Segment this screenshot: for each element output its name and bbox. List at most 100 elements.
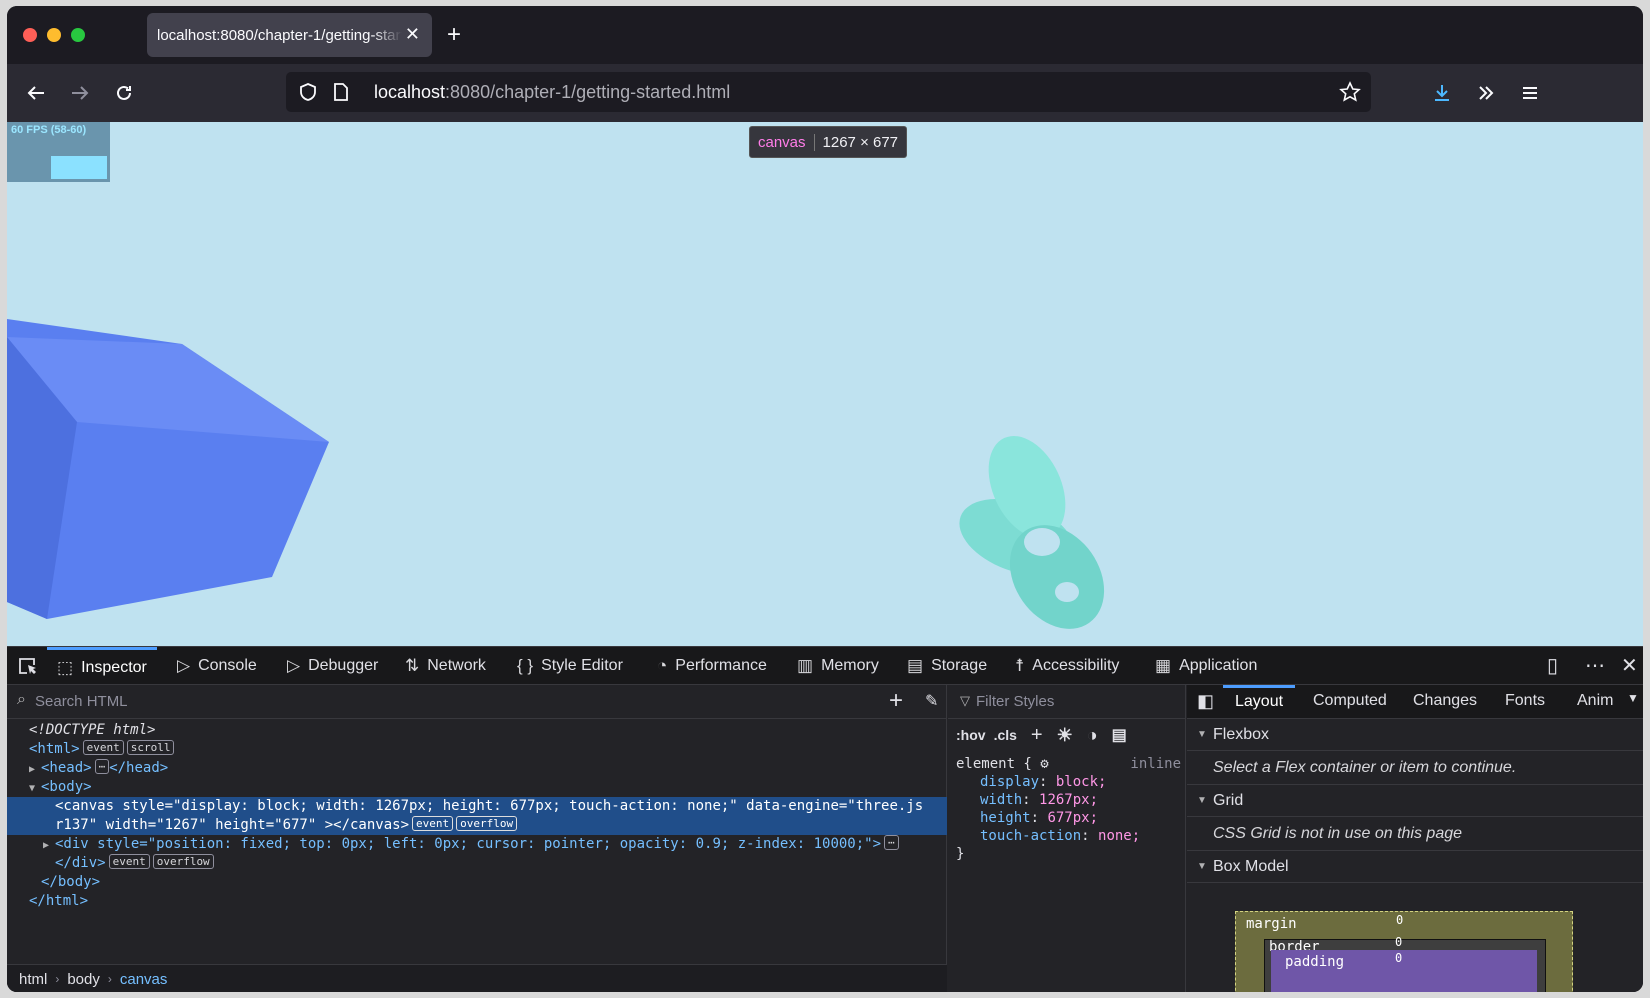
rule-prop-display[interactable]: display: block; [956,773,1181,791]
add-rule-icon[interactable]: + [1031,724,1043,747]
tree-html[interactable]: <html> event scroll [7,740,947,759]
back-button[interactable] [21,78,51,108]
expand-arrow-icon[interactable]: ▶ [43,836,55,855]
margin-top-value[interactable]: 0 [1396,913,1403,927]
tab-animations[interactable]: Anim [1577,685,1613,719]
tree-div-close[interactable]: </div> event overflow [7,854,947,873]
eyedropper-icon[interactable]: ✎ [925,691,938,711]
breadcrumb-html[interactable]: html [19,971,47,988]
devtools-panel: ⬚ Inspector ▷ Console ▷ Debugger ⇅ Network {… [7,646,1643,992]
tab-performance[interactable]: ◔ Performance [657,647,767,685]
element-rule: element { ⚙ inline display: block; width:… [956,755,1181,863]
flexbox-section-header[interactable]: ▼ Flexbox [1187,719,1643,751]
tab-accessibility[interactable]: ☨ Accessibility [1015,647,1119,685]
rule-prop-touch-action[interactable]: touch-action: none; [956,827,1181,845]
reload-button[interactable] [109,78,139,108]
page-info-icon[interactable] [332,82,350,102]
ellipsis-badge[interactable]: ⋯ [884,835,899,850]
url-host: localhost [374,82,446,102]
event-badge[interactable]: event [412,816,454,831]
box-model-section-header[interactable]: ▼ Box Model [1187,851,1643,883]
rule-close-brace: } [956,846,965,862]
box-model-padding[interactable]: padding 0 [1271,950,1537,992]
maximize-window-button[interactable] [71,28,85,42]
event-badge[interactable]: event [82,740,124,755]
tab-layout[interactable]: Layout [1223,685,1296,719]
rule-gear-icon[interactable]: ⚙ [1040,756,1048,772]
minimize-window-button[interactable] [47,28,61,42]
ellipsis-badge[interactable]: ⋯ [94,759,110,774]
url-text[interactable]: localhost:8080/chapter-1/getting-started… [374,82,730,103]
prop-value: 677px; [1047,810,1099,826]
element-picker-icon[interactable] [17,656,39,676]
tab-application[interactable]: ▦ Application [1155,647,1257,685]
tree-body[interactable]: ▼ <body> [7,778,947,797]
hov-toggle[interactable]: :hov [956,727,986,743]
breadcrumb: html › body › canvas [7,964,947,992]
box-model-border[interactable]: border 0 padding 0 [1264,935,1546,992]
close-window-button[interactable] [23,28,37,42]
event-badge[interactable]: event [108,854,150,869]
breadcrumb-canvas[interactable]: canvas [120,971,168,988]
fps-label: 60 FPS (58-60) [11,124,87,136]
scroll-badge[interactable]: scroll [126,740,175,755]
forward-button[interactable] [65,78,95,108]
margin-label: margin [1246,916,1297,932]
tree-doctype[interactable]: <!DOCTYPE html> [7,721,947,740]
tab-network[interactable]: ⇅ Network [405,647,486,685]
grid-section-header[interactable]: ▼ Grid [1187,785,1643,817]
sidebar-toggle-icon[interactable]: ◧ [1197,691,1214,712]
padding-top-value[interactable]: 0 [1395,951,1402,965]
tab-computed[interactable]: Computed [1313,685,1387,719]
tabs-overflow-chevron-icon[interactable]: ▼ [1627,691,1639,705]
tab-storage[interactable]: ▤ Storage [907,647,987,685]
close-tab-icon[interactable]: ✕ [405,24,420,44]
breadcrumb-body[interactable]: body [67,971,100,988]
search-html-input[interactable]: ⌕ Search HTML + ✎ [7,685,947,719]
collapse-arrow-icon[interactable]: ▼ [29,779,41,798]
tree-canvas-selected[interactable]: <canvas style="display: block; width: 12… [7,797,947,835]
more-options-icon[interactable]: ⋯ [1585,653,1605,678]
print-media-icon[interactable]: ▤ [1112,725,1127,745]
rule-prop-height[interactable]: height: 677px; [956,809,1181,827]
light-mode-icon[interactable]: ☀ [1057,725,1073,746]
sidebar-tabs: ◧ Layout Computed Changes Fonts Anim ▼ [1187,685,1643,719]
cls-toggle[interactable]: .cls [994,727,1017,743]
new-tab-button[interactable]: + [447,23,461,47]
tab-changes[interactable]: Changes [1413,685,1477,719]
overflow-badge[interactable]: overflow [152,854,214,869]
tree-body-close[interactable]: </body> [7,873,947,892]
dock-side-icon[interactable]: ▯ [1547,653,1558,678]
expand-arrow-icon[interactable]: ▶ [29,760,41,779]
flexbox-message: Select a Flex container or item to conti… [1187,751,1643,785]
menu-button[interactable] [1515,78,1545,108]
tab-fonts[interactable]: Fonts [1505,685,1545,719]
border-top-value[interactable]: 0 [1395,935,1402,949]
tooltip-dimensions: 1267 × 677 [822,133,899,151]
tab-memory[interactable]: ▥ Memory [797,647,879,685]
tree-head[interactable]: ▶ <head> ⋯ </head> [7,759,947,778]
tab-debugger[interactable]: ▷ Debugger [287,647,378,685]
tab-style-editor[interactable]: { } Style Editor [517,647,623,685]
overflow-chevron-button[interactable] [1471,78,1501,108]
add-node-icon[interactable]: + [889,687,903,715]
tree-div[interactable]: ▶ <div style="position: fixed; top: 0px; … [7,835,947,854]
tab-console[interactable]: ▷ Console [177,647,257,685]
page-canvas[interactable]: 60 FPS (58-60) canvas 1267 × 677 [7,122,1643,646]
downloads-button[interactable] [1427,78,1457,108]
padding-label: padding [1285,954,1345,970]
fps-monitor[interactable]: 60 FPS (58-60) [7,122,110,182]
overflow-badge[interactable]: overflow [456,816,518,831]
close-devtools-icon[interactable]: ✕ [1621,653,1638,678]
rule-selector: element { ⚙ inline [956,755,1181,773]
tree-html-close[interactable]: </html> [7,892,947,911]
bookmark-star-icon[interactable] [1339,81,1361,103]
tab-inspector[interactable]: ⬚ Inspector [47,647,157,685]
url-bar[interactable]: localhost:8080/chapter-1/getting-started… [286,72,1371,112]
browser-tab[interactable]: localhost:8080/chapter-1/getting-started… [147,13,432,57]
rule-prop-width[interactable]: width: 1267px; [956,791,1181,809]
box-model-margin[interactable]: margin 0 border 0 padding 0 [1235,911,1573,992]
contrast-icon[interactable]: ◑ [1087,725,1098,746]
filter-styles-input[interactable]: ▽ Filter Styles [948,685,1185,719]
shield-icon[interactable] [298,82,318,102]
